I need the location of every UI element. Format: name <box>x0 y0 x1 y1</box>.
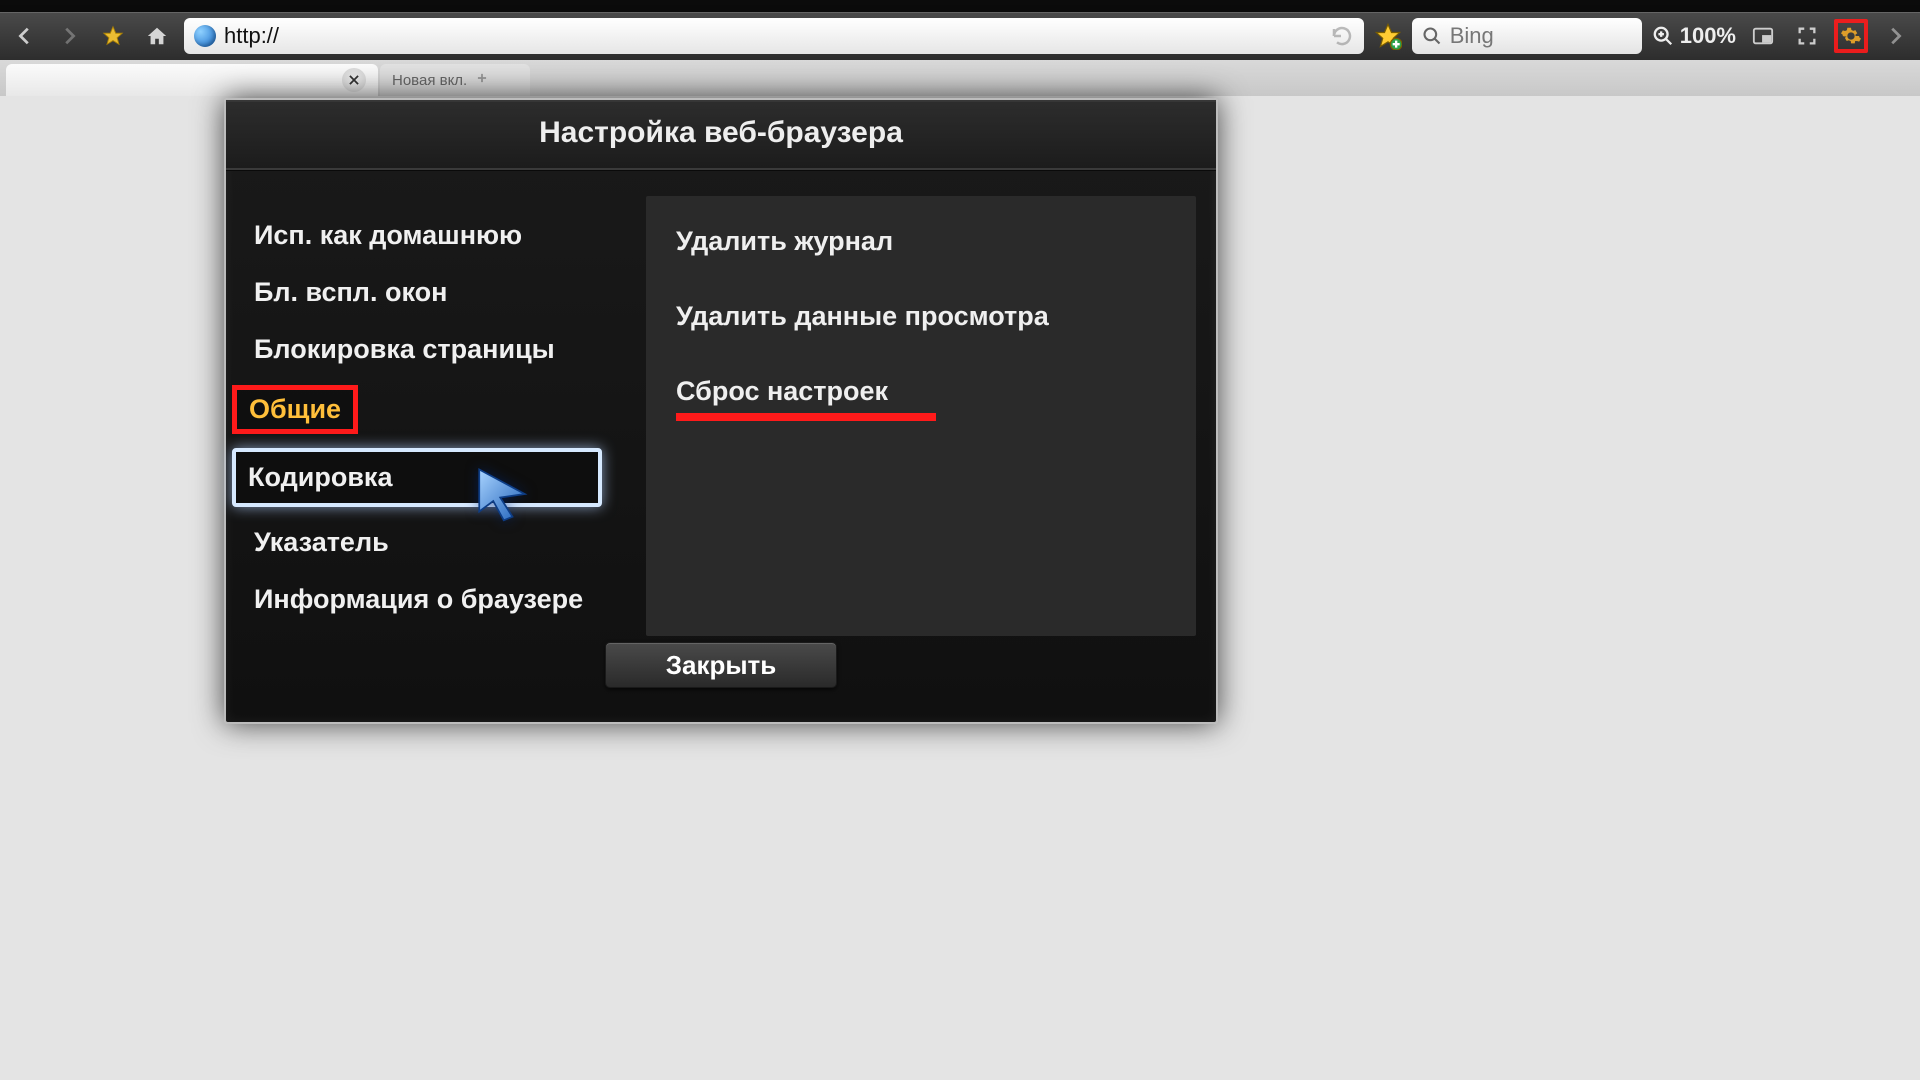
reset-settings-underline <box>676 413 936 421</box>
modal-body: Исп. как домашнюю Бл. вспл. окон Блокиро… <box>226 170 1216 646</box>
menu-item-popup-block[interactable]: Бл. вспл. окон <box>246 271 626 314</box>
search-icon <box>1422 26 1442 46</box>
settings-right-panel: Удалить журнал Удалить данные просмотра … <box>646 196 1196 636</box>
home-icon[interactable] <box>140 19 174 53</box>
menu-item-about[interactable]: Информация о браузере <box>246 578 626 621</box>
url-text: http:// <box>224 23 1322 49</box>
menu-item-pointer[interactable]: Указатель <box>246 521 626 564</box>
tab-new-label: Новая вкл. <box>392 72 467 89</box>
settings-gear-icon[interactable] <box>1834 19 1868 53</box>
search-bar[interactable]: Bing <box>1412 18 1642 54</box>
menu-item-page-block[interactable]: Блокировка страницы <box>246 328 626 371</box>
zoom-control[interactable]: 100% <box>1652 23 1736 49</box>
settings-left-menu: Исп. как домашнюю Бл. вспл. окон Блокиро… <box>246 196 626 636</box>
tab-add-icon[interactable] <box>475 71 489 89</box>
option-delete-history[interactable]: Удалить журнал <box>676 226 1166 257</box>
globe-icon <box>194 25 216 47</box>
modal-footer: Закрыть <box>226 642 1216 722</box>
expand-icon[interactable] <box>1790 19 1824 53</box>
browser-toolbar: http:// Bing 100% <box>0 12 1920 60</box>
back-icon[interactable] <box>8 19 42 53</box>
pip-icon[interactable] <box>1746 19 1780 53</box>
search-placeholder: Bing <box>1450 23 1494 49</box>
screen: http:// Bing 100% <box>0 0 1920 1080</box>
close-button[interactable]: Закрыть <box>605 642 837 688</box>
modal-title: Настройка веб-браузера <box>226 100 1216 170</box>
forward-icon[interactable] <box>52 19 86 53</box>
option-reset-settings[interactable]: Сброс настроек <box>676 376 1166 407</box>
overflow-chevron-icon[interactable] <box>1878 19 1912 53</box>
zoom-value: 100% <box>1680 23 1736 49</box>
tab-close-icon[interactable] <box>342 68 366 92</box>
menu-item-set-homepage[interactable]: Исп. как домашнюю <box>246 214 626 257</box>
tab-strip: Новая вкл. <box>0 60 1920 96</box>
menu-item-general[interactable]: Общие <box>232 385 358 434</box>
option-delete-browsing-data[interactable]: Удалить данные просмотра <box>676 301 1166 332</box>
tab-new[interactable]: Новая вкл. <box>380 64 530 96</box>
browser-settings-modal: Настройка веб-браузера Исп. как домашнюю… <box>224 98 1218 724</box>
refresh-icon[interactable] <box>1330 24 1354 48</box>
url-bar[interactable]: http:// <box>184 18 1364 54</box>
bookmark-star-icon[interactable] <box>96 19 130 53</box>
add-favorite-icon[interactable] <box>1374 22 1402 50</box>
tab-active[interactable] <box>6 64 378 96</box>
zoom-icon <box>1652 25 1674 47</box>
menu-item-encoding[interactable]: Кодировка <box>232 448 602 507</box>
